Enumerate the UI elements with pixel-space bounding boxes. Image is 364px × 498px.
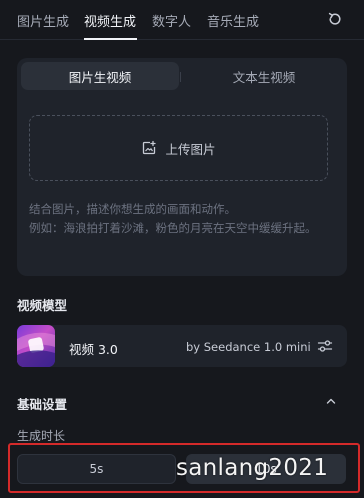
segment-divider xyxy=(180,72,181,82)
prompt-placeholder-line: 结合图片，描述你想生成的画面和动作。 xyxy=(29,202,236,216)
tab-music-generation[interactable]: 音乐生成 xyxy=(207,11,259,30)
duration-5s-button[interactable]: 5s xyxy=(17,454,176,484)
top-tab-bar: 图片生成 视频生成 数字人 音乐生成 xyxy=(0,0,364,40)
mode-segmented-control: 图片生视频 文本生视频 xyxy=(17,58,347,94)
model-thumbnail xyxy=(17,325,55,367)
upload-image-dropzone[interactable]: 上传图片 xyxy=(29,115,328,181)
sliders-icon[interactable] xyxy=(317,338,333,354)
tab-image-generation[interactable]: 图片生成 xyxy=(17,11,69,30)
basic-settings-title: 基础设置 xyxy=(17,397,68,412)
image-upload-icon xyxy=(143,140,157,155)
tab-text-to-video[interactable]: 文本生视频 xyxy=(185,62,343,90)
watermark-text: sanlang2021 xyxy=(176,455,329,481)
video-model-title: 视频模型 xyxy=(17,298,68,313)
tab-digital-human[interactable]: 数字人 xyxy=(152,11,191,30)
prompt-placeholder-line: 例如：海浪拍打着沙滩，粉色的月亮在天空中缓缓升起。 xyxy=(29,221,317,235)
active-tab-underline xyxy=(84,38,137,40)
model-provider: by Seedance 1.0 mini xyxy=(186,340,311,354)
model-selector[interactable]: 视频 3.0 by Seedance 1.0 mini xyxy=(17,325,347,367)
refresh-icon[interactable] xyxy=(327,11,343,27)
tab-video-generation[interactable]: 视频生成 xyxy=(84,11,136,30)
chevron-up-icon[interactable] xyxy=(325,395,337,407)
duration-label: 生成时长 xyxy=(17,429,66,443)
tab-image-to-video[interactable]: 图片生视频 xyxy=(21,62,179,90)
prompt-textarea[interactable]: 结合图片，描述你想生成的画面和动作。例如：海浪拍打着沙滩，粉色的月亮在天空中缓缓… xyxy=(29,200,334,238)
upload-label: 上传图片 xyxy=(165,141,216,157)
model-name: 视频 3.0 xyxy=(69,342,118,357)
